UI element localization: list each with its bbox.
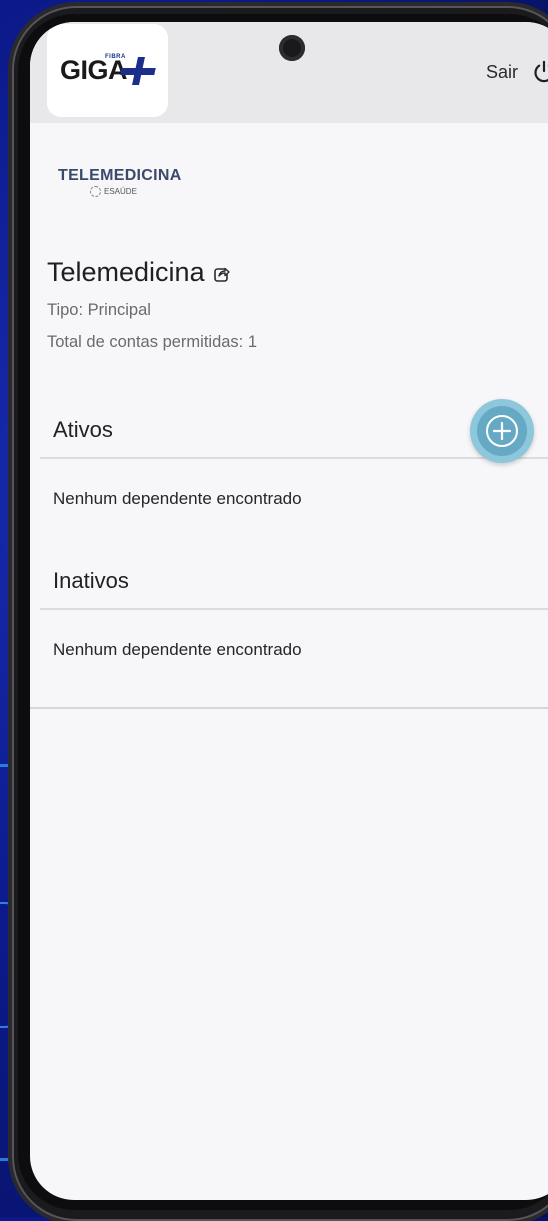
app-screen: GIGA FIBRA Sair TELEMEDICINA ESAÚDE Tele…	[30, 22, 548, 1200]
add-dependent-button[interactable]	[470, 399, 534, 463]
telemedicina-logo-title: TELEMEDICINA	[58, 167, 182, 184]
section-title-inativos: Inativos	[53, 568, 129, 593]
logout-button[interactable]: Sair	[486, 60, 548, 84]
page-title: Telemedicina	[47, 257, 205, 287]
esaude-mark-icon	[90, 186, 101, 197]
main-content: TELEMEDICINA ESAÚDE Telemedicina Tipo: P…	[30, 123, 548, 707]
background-panel	[0, 902, 12, 1028]
esaude-label: ESAÚDE	[104, 187, 137, 196]
front-camera	[279, 35, 305, 61]
power-icon	[534, 60, 548, 83]
section-title-ativos: Ativos	[53, 417, 113, 442]
content-bottom-border	[30, 707, 548, 709]
plan-total-accounts: Total de contas permitidas: 1	[47, 333, 258, 351]
app-header: GIGA FIBRA Sair	[30, 22, 548, 123]
plan-title-row: Telemedicina	[47, 257, 231, 288]
share-icon[interactable]	[213, 265, 231, 283]
plan-type: Tipo: Principal	[47, 301, 151, 319]
brand-subtitle: FIBRA	[105, 54, 126, 60]
telemedicina-logo-subtitle: ESAÚDE	[90, 186, 182, 197]
telemedicina-logo: TELEMEDICINA ESAÚDE	[58, 167, 182, 197]
brand-logo[interactable]: GIGA FIBRA	[47, 24, 168, 117]
empty-message-ativos: Nenhum dependente encontrado	[53, 489, 302, 508]
add-dependent-button-inner	[477, 406, 527, 456]
empty-message-inativos: Nenhum dependente encontrado	[53, 640, 302, 659]
divider	[40, 457, 548, 459]
divider	[40, 608, 548, 610]
brand-plus-icon	[121, 57, 155, 85]
plus-circle-icon	[486, 415, 518, 447]
logout-label: Sair	[485, 61, 518, 82]
